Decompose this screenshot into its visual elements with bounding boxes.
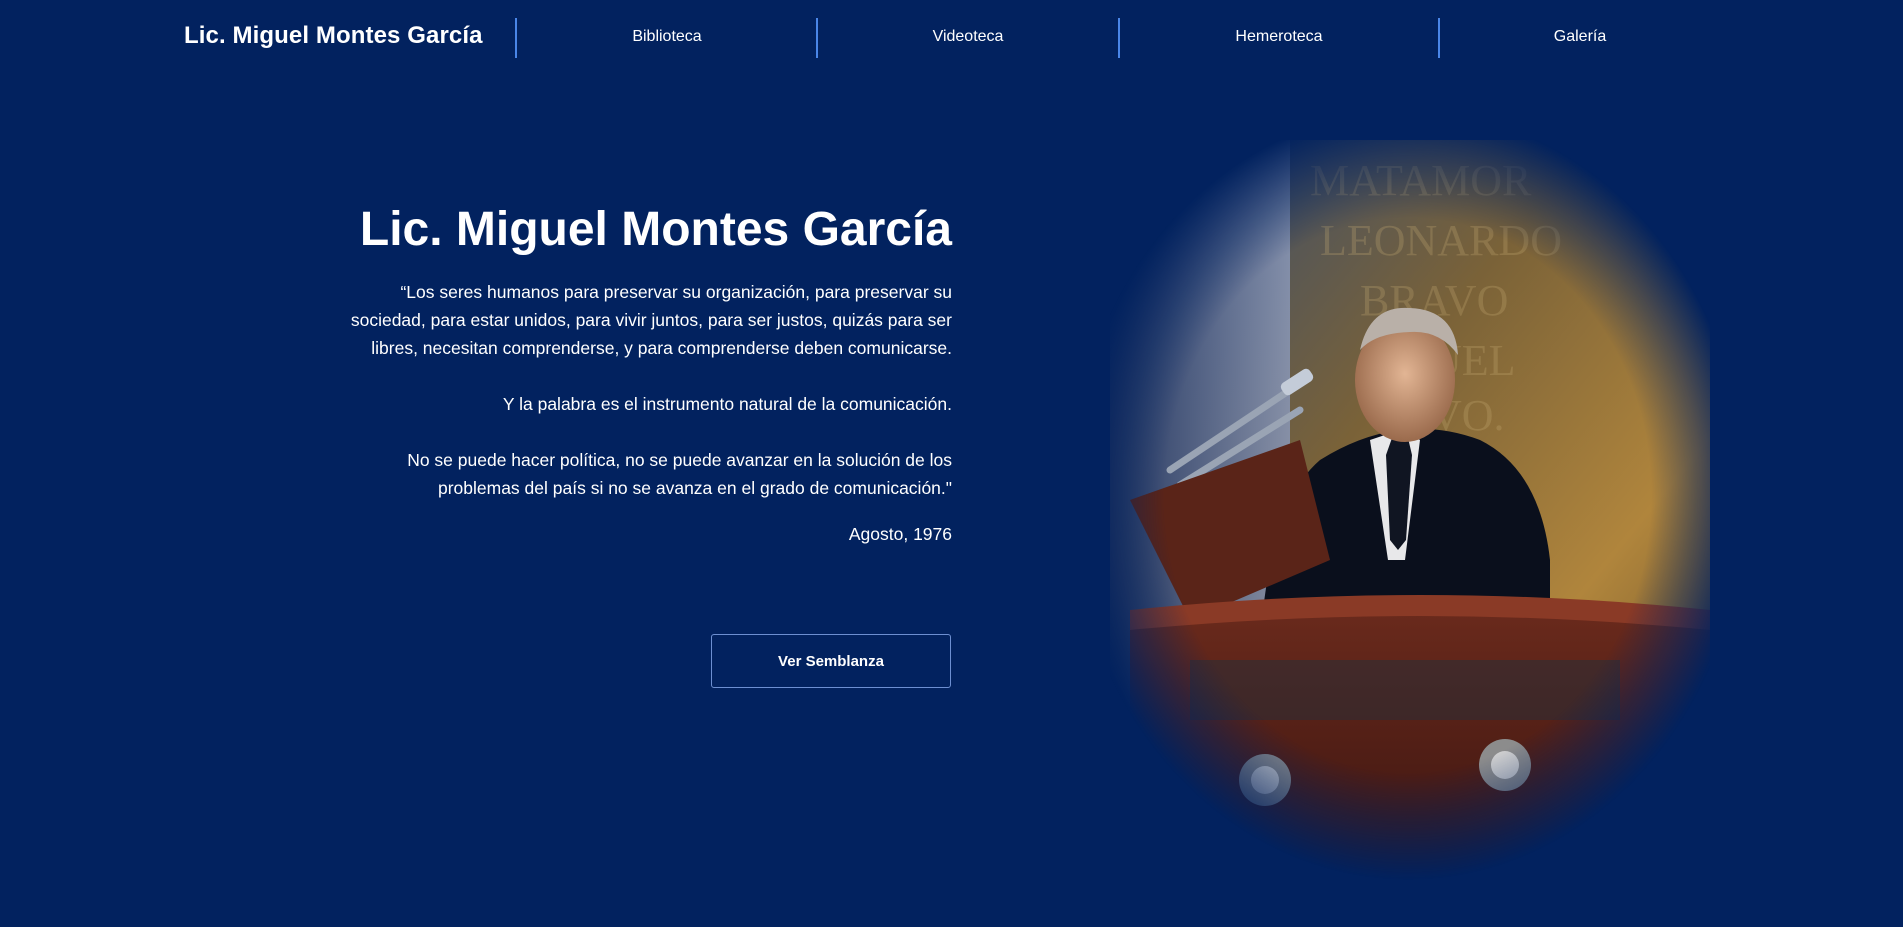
quote-paragraph: Y la palabra es el instrumento natural d… [502, 394, 952, 414]
portrait-image: MATAMOR LEONARDO BRAVO UEL VO. [1110, 140, 1710, 880]
brand-logo-text[interactable]: Lic. Miguel Montes García [184, 22, 483, 50]
nav-link-hemeroteca[interactable]: Hemeroteca [1120, 28, 1438, 46]
page: Lic. Miguel Montes García Biblioteca Vid… [0, 0, 1903, 927]
quote-paragraph: No se puede hacer política, no se puede … [407, 450, 952, 498]
svg-text:LEONARDO: LEONARDO [1320, 216, 1562, 265]
svg-text:MATAMOR: MATAMOR [1310, 156, 1532, 205]
quote-paragraph: “Los seres humanos para preservar su org… [350, 282, 952, 358]
quote-block: “Los seres humanos para preservar su org… [350, 278, 952, 548]
nav-link-videoteca[interactable]: Videoteca [818, 28, 1118, 46]
nav-link-galeria[interactable]: Galería [1440, 28, 1720, 46]
ver-semblanza-button[interactable]: Ver Semblanza [711, 634, 951, 688]
hero-title: Lic. Miguel Montes García [359, 203, 952, 256]
quote-date: Agosto, 1976 [848, 524, 952, 544]
nav-link-biblioteca[interactable]: Biblioteca [517, 28, 817, 46]
top-navbar: Lic. Miguel Montes García Biblioteca Vid… [0, 0, 1903, 78]
hero-section: Lic. Miguel Montes García “Los seres hum… [350, 200, 952, 548]
